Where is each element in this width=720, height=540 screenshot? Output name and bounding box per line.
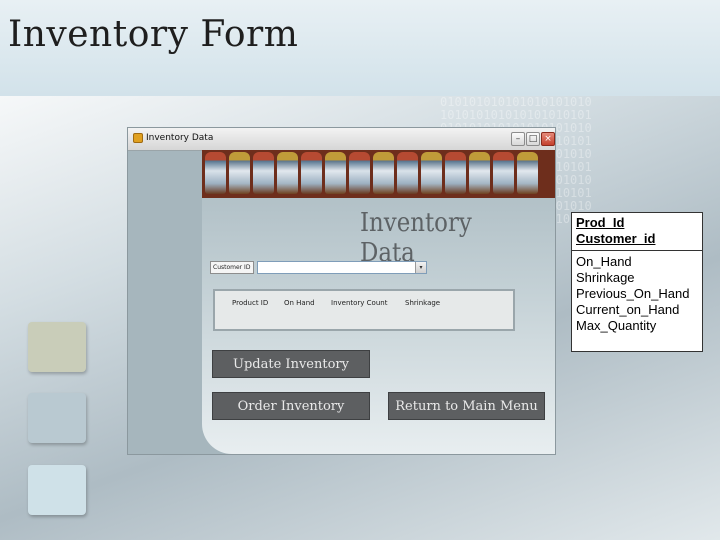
entity-key: Prod_Id bbox=[576, 215, 625, 230]
column-header-shrinkage[interactable]: Shrinkage bbox=[405, 299, 440, 307]
jar-image bbox=[397, 152, 418, 194]
jar-image bbox=[301, 152, 322, 194]
minimize-button[interactable]: – bbox=[511, 132, 525, 146]
entity-keys: Prod_Id Customer_id bbox=[572, 213, 702, 251]
window-titlebar[interactable]: Inventory Data – □ × bbox=[128, 128, 555, 151]
decorative-square bbox=[28, 322, 86, 372]
chevron-down-icon[interactable]: ▾ bbox=[415, 262, 426, 273]
close-button[interactable]: × bbox=[541, 132, 555, 146]
entity-attribute: Max_Quantity bbox=[576, 318, 657, 333]
jar-image bbox=[229, 152, 250, 194]
decorative-square bbox=[28, 465, 86, 515]
column-header-product-id[interactable]: Product ID bbox=[232, 299, 268, 307]
return-to-main-menu-button[interactable]: Return to Main Menu bbox=[388, 392, 545, 420]
jar-image bbox=[349, 152, 370, 194]
window-title: Inventory Data bbox=[146, 133, 214, 143]
entity-attribute: Shrinkage bbox=[576, 270, 635, 285]
jar-image bbox=[493, 152, 514, 194]
slide-title: Inventory Form bbox=[8, 14, 299, 55]
column-header-on-hand[interactable]: On Hand bbox=[284, 299, 315, 307]
jar-banner-image bbox=[202, 150, 555, 198]
maximize-button[interactable]: □ bbox=[526, 132, 540, 146]
customer-id-label: Customer ID bbox=[210, 261, 254, 274]
entity-attribute: Previous_On_Hand bbox=[576, 286, 690, 301]
decorative-square bbox=[28, 393, 86, 443]
jar-image bbox=[325, 152, 346, 194]
jar-image bbox=[253, 152, 274, 194]
entity-attribute: On_Hand bbox=[576, 254, 632, 269]
entity-key: Customer_id bbox=[576, 231, 656, 246]
column-header-inventory-count[interactable]: Inventory Count bbox=[331, 299, 387, 307]
form-heading: Inventory Data bbox=[360, 208, 472, 268]
jar-image bbox=[277, 152, 298, 194]
jar-image bbox=[373, 152, 394, 194]
jar-image bbox=[517, 152, 538, 194]
jar-image bbox=[445, 152, 466, 194]
update-inventory-button[interactable]: Update Inventory bbox=[212, 350, 370, 378]
jar-image bbox=[469, 152, 490, 194]
entity-attribute: Current_on_Hand bbox=[576, 302, 680, 317]
entity-attributes: On_Hand Shrinkage Previous_On_Hand Curre… bbox=[572, 251, 702, 337]
jar-image bbox=[421, 152, 442, 194]
jar-image bbox=[205, 152, 226, 194]
inventory-entity-box: Prod_Id Customer_id On_Hand Shrinkage Pr… bbox=[571, 212, 703, 352]
inventory-data-window: Inventory Data – □ × Inventory Data Cust… bbox=[127, 127, 556, 455]
order-inventory-button[interactable]: Order Inventory bbox=[212, 392, 370, 420]
customer-id-select[interactable]: ▾ bbox=[257, 261, 427, 274]
app-icon bbox=[133, 133, 143, 143]
inventory-grid[interactable]: Product ID On Hand Inventory Count Shrin… bbox=[213, 289, 515, 331]
